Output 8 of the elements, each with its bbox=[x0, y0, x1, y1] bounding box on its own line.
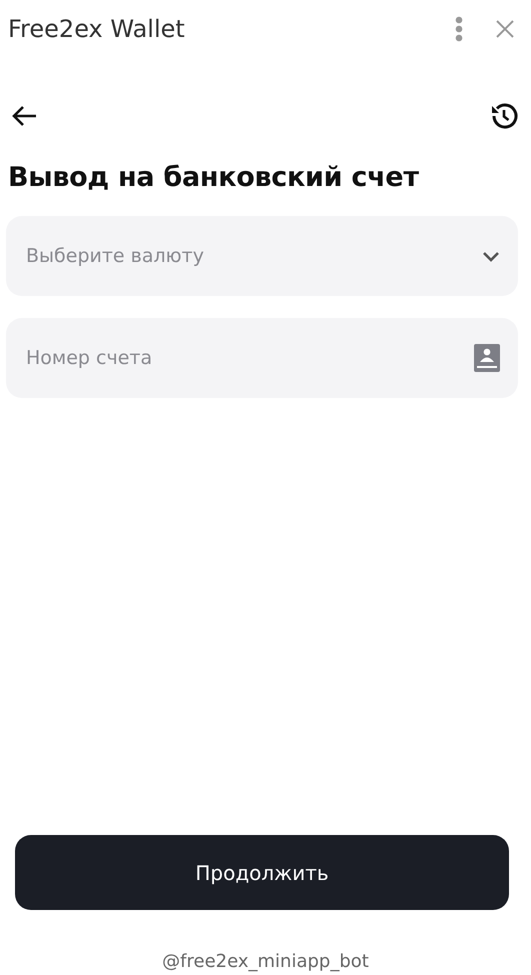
continue-button[interactable]: Продолжить bbox=[15, 835, 509, 910]
window-title: Free2ex Wallet bbox=[8, 14, 186, 44]
chevron-down-icon bbox=[482, 250, 500, 262]
currency-select[interactable]: Выберите валюту bbox=[6, 216, 518, 296]
page-heading: Вывод на банковский счет bbox=[8, 162, 420, 194]
account-number-field[interactable]: Номер счета bbox=[6, 318, 518, 398]
contact-book-icon bbox=[474, 344, 500, 372]
bot-username: @free2ex_miniapp_bot bbox=[161, 950, 370, 974]
